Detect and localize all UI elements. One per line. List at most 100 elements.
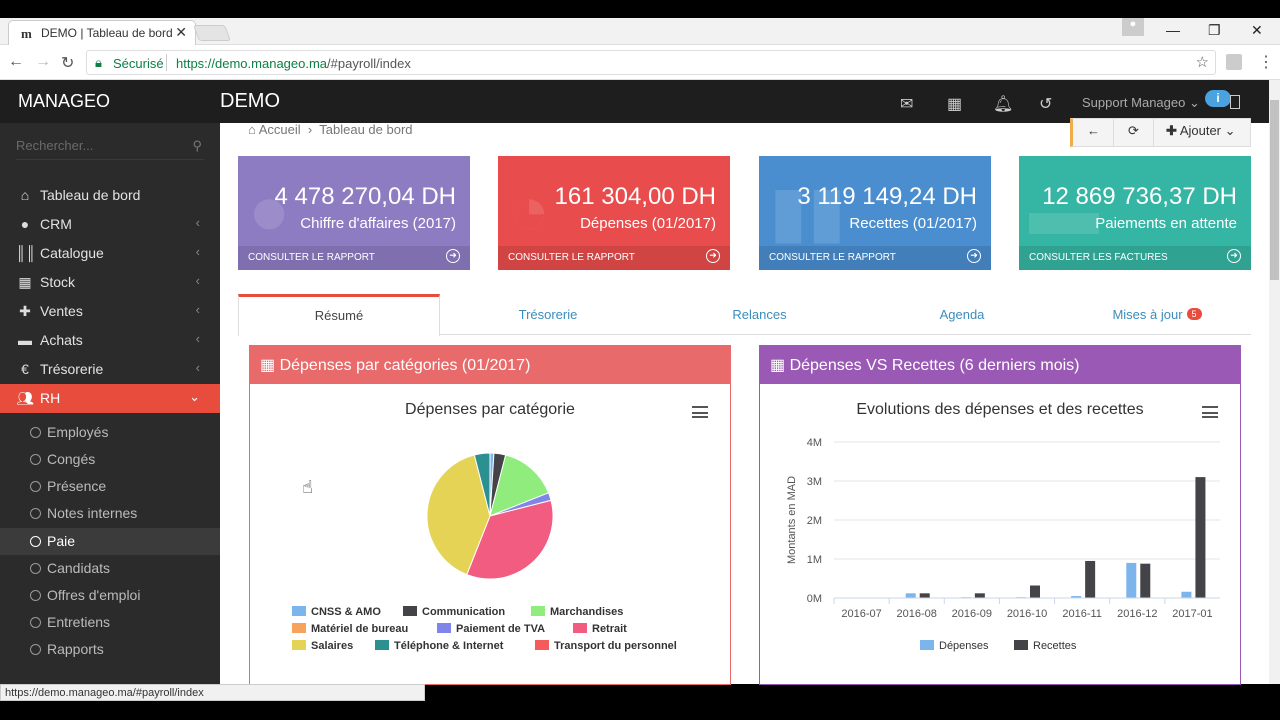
- report-link[interactable]: CONSULTER LE RAPPORT ➜: [759, 246, 991, 270]
- circle-icon: [30, 427, 41, 438]
- close-window-icon[interactable]: ✕: [1251, 22, 1263, 39]
- bar[interactable]: [1030, 585, 1040, 598]
- reload-icon[interactable]: ↻: [61, 53, 74, 73]
- tab-tresorerie[interactable]: Trésorerie: [448, 294, 648, 335]
- history-icon[interactable]: ↺: [1039, 94, 1052, 114]
- close-tab-icon[interactable]: ✕: [175, 24, 187, 41]
- sidebar-item-crm[interactable]: ● CRM ‹: [0, 210, 220, 239]
- legend-label: Paiement de TVA: [456, 623, 546, 635]
- x-tick-label: 2017-01: [1172, 608, 1212, 620]
- legend-swatch: [573, 623, 587, 633]
- legend-item[interactable]: Salaires: [292, 640, 353, 652]
- legend-swatch: [292, 606, 306, 616]
- sidebar-subitem-paie[interactable]: Paie: [0, 528, 220, 555]
- legend-swatch: [375, 640, 389, 650]
- chart-menu-icon[interactable]: [1202, 406, 1218, 418]
- tab-mises-a-jour[interactable]: Mises à jour 5: [1063, 294, 1251, 335]
- scrollbar-thumb[interactable]: [1270, 100, 1279, 280]
- bar[interactable]: [1195, 477, 1206, 598]
- calendar-icon: ▦: [260, 357, 276, 374]
- sidebar-item-ventes[interactable]: ✚ Ventes ‹: [0, 297, 220, 326]
- sidebar-subitem-employes[interactable]: Employés: [0, 419, 220, 446]
- search-icon[interactable]: ⚲: [192, 138, 202, 154]
- arrow-circle-icon: ➜: [1227, 249, 1241, 263]
- breadcrumb-home[interactable]: Accueil: [259, 122, 301, 137]
- bar[interactable]: [919, 593, 930, 598]
- back-button[interactable]: ←: [1087, 123, 1100, 138]
- tab-resume[interactable]: Résumé: [238, 294, 440, 336]
- sidebar-subitem-label: Candidats: [47, 560, 111, 576]
- legend-item[interactable]: Dépenses: [920, 640, 989, 652]
- bar[interactable]: [974, 593, 985, 598]
- y-axis-label: Montants en MAD: [786, 476, 798, 564]
- legend-swatch: [531, 606, 545, 616]
- sidebar-subitem-entretiens[interactable]: Entretiens: [0, 609, 220, 636]
- sidebar-item-catalogue[interactable]: ║║ Catalogue ‹: [0, 239, 220, 268]
- inbox-icon[interactable]: ✉: [900, 94, 913, 114]
- menu-dots-icon[interactable]: ⋮: [1258, 52, 1274, 72]
- bar[interactable]: [1126, 562, 1137, 598]
- sidebar-item-label: CRM: [40, 216, 72, 232]
- back-icon[interactable]: ←: [8, 53, 24, 71]
- y-tick-label: 1M: [807, 554, 822, 566]
- bar[interactable]: [1140, 563, 1151, 598]
- sidebar-item-tresorerie[interactable]: € Trésorerie ‹: [0, 355, 220, 384]
- bookmark-star-icon[interactable]: ☆: [1196, 53, 1209, 71]
- bar-chart: 0M 1M 2M 3M 4M Montants en MAD 2016-07 2016-08 2…: [786, 437, 1220, 620]
- bar[interactable]: [905, 593, 916, 598]
- sidebar-subitem-rapports[interactable]: Rapports: [0, 636, 220, 663]
- tab-relances[interactable]: Relances: [658, 294, 861, 335]
- y-tick-label: 2M: [807, 515, 822, 527]
- sidebar-item-rh[interactable]: 👥︎ RH ⌄: [0, 384, 220, 413]
- bar[interactable]: [1085, 560, 1096, 598]
- sidebar-item-achats[interactable]: ▬ Achats ‹: [0, 326, 220, 355]
- tab-agenda[interactable]: Agenda: [861, 294, 1063, 335]
- legend-item[interactable]: Téléphone & Internet: [375, 640, 503, 652]
- stat-card-expenses: ◔ 161 304,00 DH Dépenses (01/2017) CONSU…: [498, 156, 730, 270]
- sidebar-item-dashboard[interactable]: ⌂ Tableau de bord: [0, 181, 220, 210]
- info-icon[interactable]: i: [1205, 90, 1231, 107]
- sidebar-search-input[interactable]: Rechercher... ⚲: [16, 138, 204, 160]
- euro-icon: €: [21, 361, 29, 377]
- sidebar-subitem-conges[interactable]: Congés: [0, 446, 220, 473]
- legend-item[interactable]: Communication: [403, 606, 505, 618]
- report-link[interactable]: CONSULTER LES FACTURES ➜: [1019, 246, 1251, 270]
- legend-item[interactable]: Transport du personnel: [535, 640, 677, 652]
- legend-item[interactable]: Matériel de bureau: [292, 623, 408, 635]
- user-menu[interactable]: Support Manageo ⌄: [1082, 95, 1200, 111]
- legend-item[interactable]: Retrait: [573, 623, 627, 635]
- profile-icon[interactable]: ●: [1122, 18, 1144, 36]
- sidebar-item-stock[interactable]: ▦ Stock ‹: [0, 268, 220, 297]
- legend-label: Marchandises: [550, 606, 624, 618]
- report-link-label: CONSULTER LE RAPPORT: [508, 252, 635, 263]
- new-tab-button[interactable]: [193, 25, 231, 41]
- report-link[interactable]: CONSULTER LE RAPPORT ➜: [238, 246, 470, 270]
- legend-item[interactable]: Marchandises: [531, 606, 623, 618]
- legend-item[interactable]: Paiement de TVA: [437, 623, 545, 635]
- url-field[interactable]: 🔒︎ Sécurisé https://demo.manageo.ma/#pay…: [86, 50, 1216, 75]
- maximize-icon[interactable]: ❐: [1208, 22, 1221, 39]
- minimize-icon[interactable]: —: [1166, 22, 1180, 38]
- stat-value: 3 119 149,24 DH: [797, 183, 977, 210]
- bell-icon[interactable]: 🔔︎: [993, 94, 1013, 114]
- logout-icon[interactable]: [1230, 95, 1240, 109]
- sidebar-subitem-offres[interactable]: Offres d'emploi: [0, 582, 220, 609]
- browser-tab[interactable]: m DEMO | Tableau de bord ✕: [8, 20, 196, 45]
- sidebar-subitem-notes[interactable]: Notes internes: [0, 500, 220, 527]
- chevron-down-icon: ⌄: [1188, 95, 1200, 110]
- extension-icon[interactable]: [1226, 54, 1242, 70]
- refresh-button[interactable]: ⟳: [1128, 123, 1139, 139]
- add-button[interactable]: ✚ Ajouter ⌄: [1166, 123, 1236, 139]
- bar[interactable]: [1181, 591, 1192, 598]
- sidebar-subitem-presence[interactable]: Présence: [0, 473, 220, 500]
- add-label: Ajouter: [1179, 123, 1222, 138]
- sidebar-subitem-candidats[interactable]: Candidats: [0, 555, 220, 582]
- report-link[interactable]: CONSULTER LE RAPPORT ➜: [498, 246, 730, 270]
- legend-item[interactable]: CNSS & AMO: [292, 606, 381, 618]
- calendar-icon[interactable]: ▦: [947, 94, 962, 114]
- chevron-left-icon: ‹: [195, 215, 200, 230]
- brand-logo[interactable]: MANAGEO: [0, 80, 220, 123]
- forward-icon[interactable]: →: [35, 53, 51, 71]
- legend-item[interactable]: Recettes: [1014, 640, 1076, 652]
- tab-label: Mises à jour: [1112, 307, 1183, 322]
